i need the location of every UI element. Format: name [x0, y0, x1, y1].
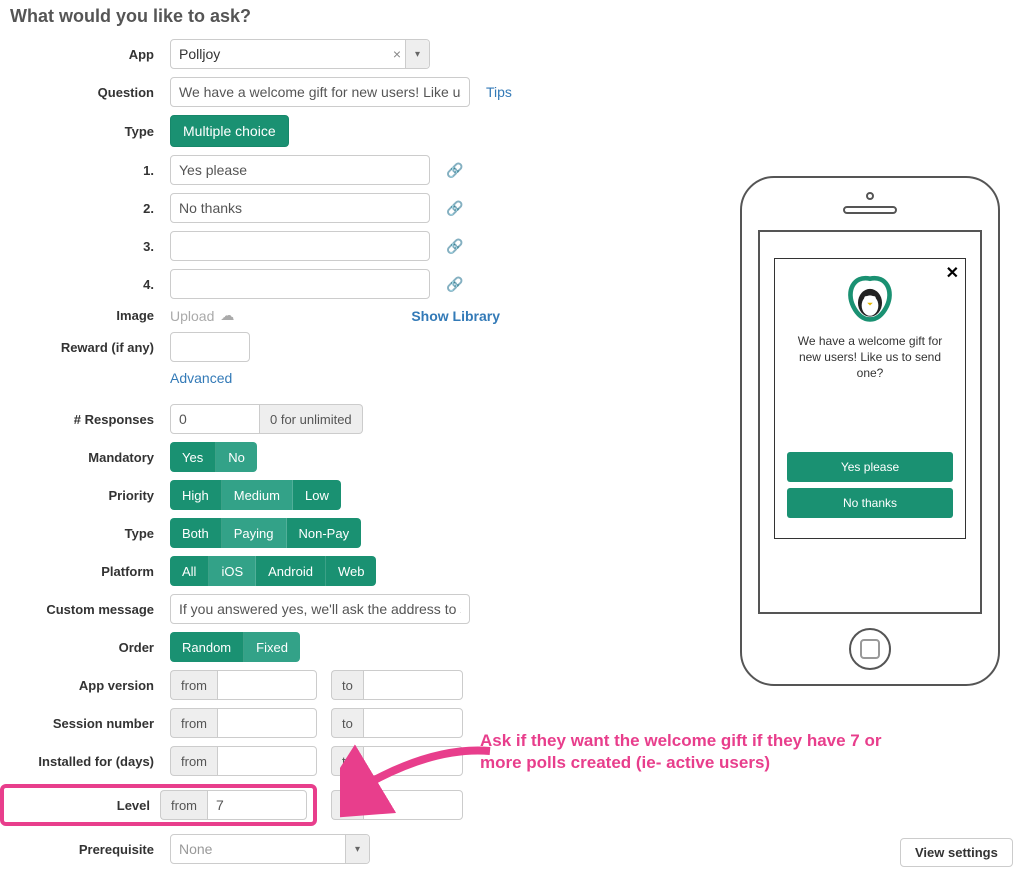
appver-from-input[interactable]: [217, 670, 317, 700]
question-label: Question: [10, 85, 170, 100]
priority-high[interactable]: High: [170, 480, 222, 510]
prereq-select[interactable]: None ▾: [170, 834, 370, 864]
platform-web[interactable]: Web: [326, 556, 377, 586]
paytype-paying[interactable]: Paying: [222, 518, 287, 548]
custom-msg-label: Custom message: [10, 602, 170, 617]
platform-android[interactable]: Android: [256, 556, 326, 586]
installed-to-input[interactable]: [363, 746, 463, 776]
installed-from-input[interactable]: [217, 746, 317, 776]
mandatory-group: Yes No: [170, 442, 257, 472]
range-to-label: to: [331, 670, 363, 700]
platform-ios[interactable]: iOS: [209, 556, 256, 586]
paytype-label: Type: [10, 526, 170, 541]
order-label: Order: [10, 640, 170, 655]
platform-group: All iOS Android Web: [170, 556, 376, 586]
responses-hint: 0 for unlimited: [260, 404, 363, 434]
link-icon[interactable]: 🔗: [446, 238, 463, 255]
choice-4-input[interactable]: [170, 269, 430, 299]
upload-button[interactable]: Upload ☁︎: [170, 307, 234, 324]
prereq-value: None: [179, 841, 212, 857]
session-label: Session number: [10, 716, 170, 731]
priority-group: High Medium Low: [170, 480, 341, 510]
polljoy-logo-icon: [842, 275, 898, 325]
responses-input[interactable]: [170, 404, 260, 434]
image-label: Image: [10, 308, 170, 323]
mandatory-label: Mandatory: [10, 450, 170, 465]
reward-label: Reward (if any): [10, 340, 170, 355]
range-to-label: to: [331, 746, 363, 776]
priority-low[interactable]: Low: [293, 480, 341, 510]
choice-2-num: 2.: [10, 201, 170, 216]
question-input[interactable]: [170, 77, 470, 107]
app-label: App: [10, 47, 170, 62]
qtype-button[interactable]: Multiple choice: [170, 115, 289, 147]
order-random[interactable]: Random: [170, 632, 244, 662]
paytype-both[interactable]: Both: [170, 518, 222, 548]
close-icon[interactable]: ✕: [946, 263, 959, 283]
choice-1-num: 1.: [10, 163, 170, 178]
link-icon[interactable]: 🔗: [446, 276, 463, 293]
range-from-label: from: [170, 708, 217, 738]
phone-screen: ✕ We have a welcome gift for new users! …: [758, 230, 982, 614]
app-select[interactable]: Polljoy × ▾: [170, 39, 430, 69]
choice-4-num: 4.: [10, 277, 170, 292]
mandatory-no[interactable]: No: [216, 442, 257, 472]
poll-option-2[interactable]: No thanks: [787, 488, 953, 518]
platform-all[interactable]: All: [170, 556, 209, 586]
chevron-down-icon[interactable]: ▾: [345, 835, 369, 863]
installed-label: Installed for (days): [10, 754, 170, 769]
level-highlight: Level from: [0, 784, 317, 826]
upload-icon: ☁︎: [220, 307, 234, 324]
range-to-label: to: [331, 790, 363, 820]
level-to-input[interactable]: [363, 790, 463, 820]
appver-label: App version: [10, 678, 170, 693]
range-to-label: to: [331, 708, 363, 738]
range-from-label: from: [170, 746, 217, 776]
paytype-group: Both Paying Non-Pay: [170, 518, 361, 548]
session-from-input[interactable]: [217, 708, 317, 738]
responses-label: # Responses: [10, 412, 170, 427]
poll-option-1[interactable]: Yes please: [787, 452, 953, 482]
priority-medium[interactable]: Medium: [222, 480, 293, 510]
order-fixed[interactable]: Fixed: [244, 632, 300, 662]
app-select-value: Polljoy: [179, 46, 220, 62]
qtype-label: Type: [10, 124, 170, 139]
level-label: Level: [10, 798, 160, 813]
level-from-input[interactable]: [207, 790, 307, 820]
clear-icon[interactable]: ×: [393, 47, 401, 61]
phone-speaker-icon: [843, 206, 897, 214]
mandatory-yes[interactable]: Yes: [170, 442, 216, 472]
order-group: Random Fixed: [170, 632, 300, 662]
poll-preview-message: We have a welcome gift for new users! Li…: [785, 333, 955, 382]
range-from-label: from: [160, 790, 207, 820]
appver-to-input[interactable]: [363, 670, 463, 700]
choice-2-input[interactable]: [170, 193, 430, 223]
advanced-link[interactable]: Advanced: [170, 370, 232, 386]
range-from-label: from: [170, 670, 217, 700]
choice-3-num: 3.: [10, 239, 170, 254]
session-to-input[interactable]: [363, 708, 463, 738]
custom-msg-input[interactable]: [170, 594, 470, 624]
page-title: What would you like to ask?: [10, 6, 1024, 27]
prereq-label: Prerequisite: [10, 842, 170, 857]
link-icon[interactable]: 🔗: [446, 162, 463, 179]
choice-3-input[interactable]: [170, 231, 430, 261]
phone-home-icon: [849, 628, 891, 670]
annotation-text: Ask if they want the welcome gift if the…: [480, 730, 900, 774]
priority-label: Priority: [10, 488, 170, 503]
phone-camera-icon: [866, 192, 874, 200]
show-library-link[interactable]: Show Library: [411, 308, 500, 324]
poll-preview-card: ✕ We have a welcome gift for new users! …: [774, 258, 966, 539]
reward-input[interactable]: [170, 332, 250, 362]
link-icon[interactable]: 🔗: [446, 200, 463, 217]
view-settings-button[interactable]: View settings: [900, 838, 1013, 867]
tips-link[interactable]: Tips: [486, 84, 512, 100]
paytype-nonpay[interactable]: Non-Pay: [287, 518, 362, 548]
platform-label: Platform: [10, 564, 170, 579]
phone-preview: ✕ We have a welcome gift for new users! …: [740, 176, 1000, 686]
chevron-down-icon[interactable]: ▾: [405, 40, 429, 68]
choice-1-input[interactable]: [170, 155, 430, 185]
